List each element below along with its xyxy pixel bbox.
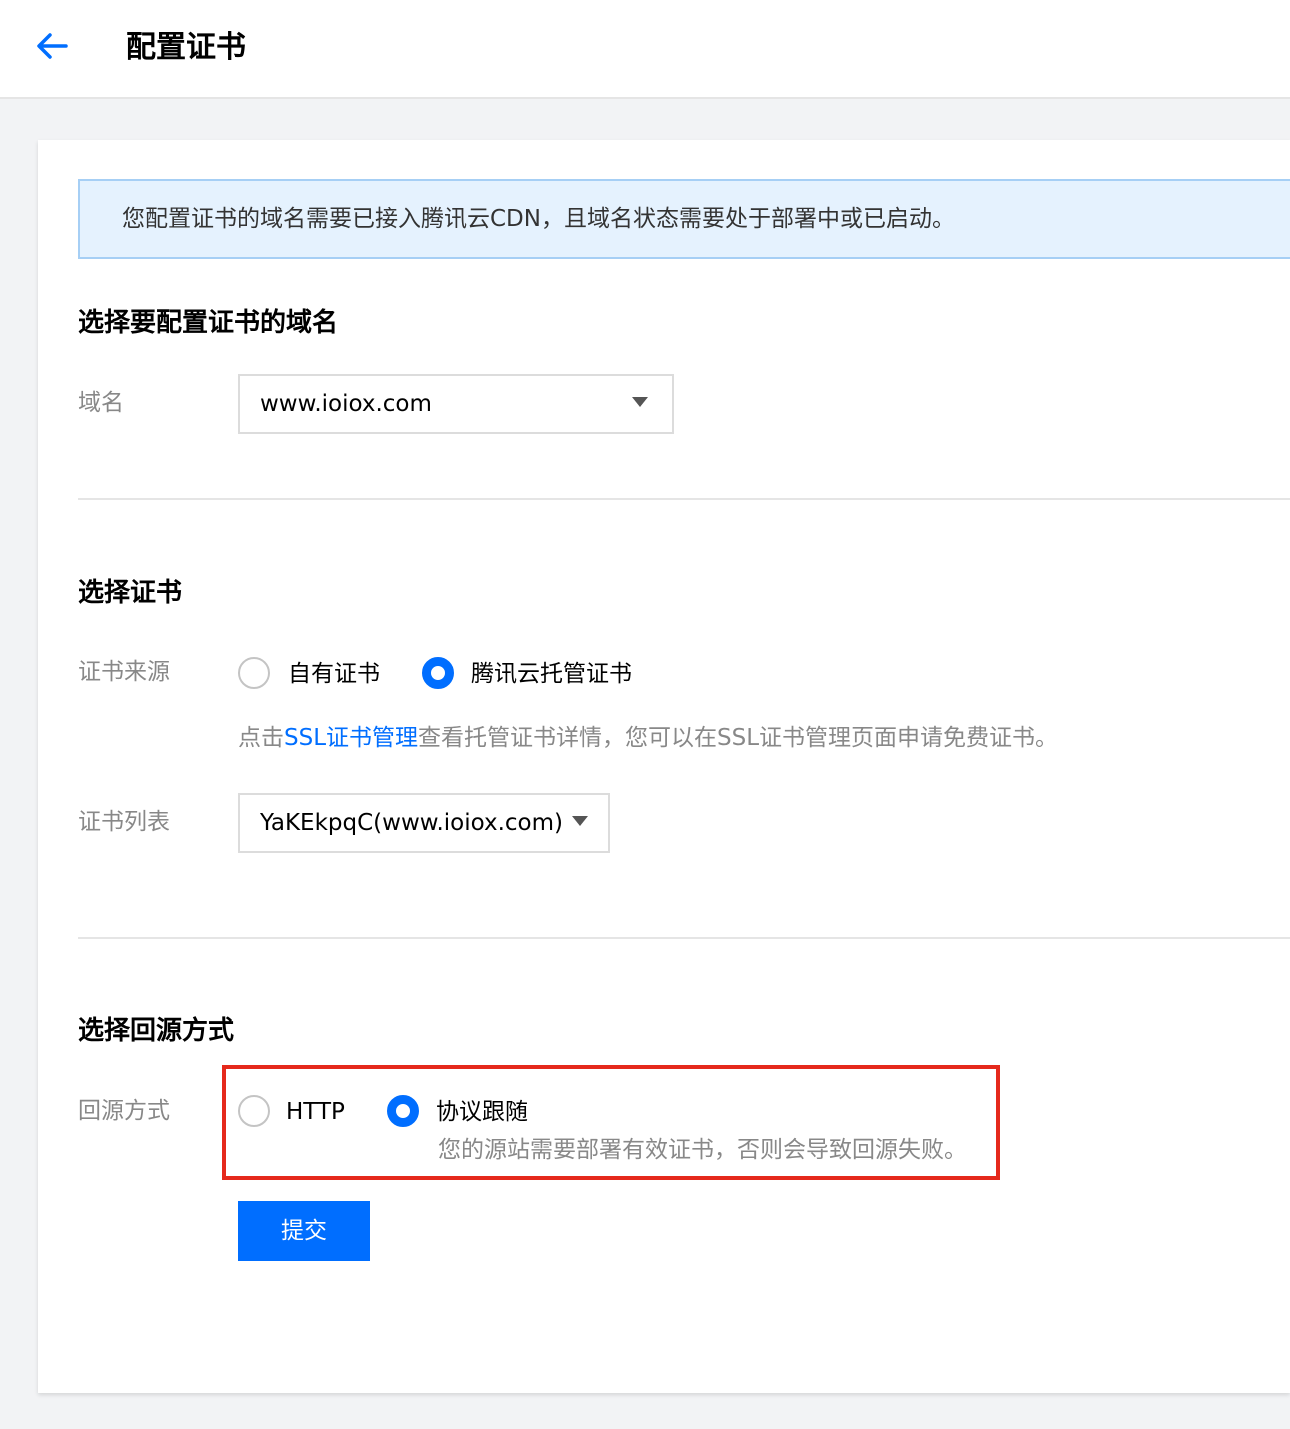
chevron-down-icon xyxy=(632,397,648,407)
radio-own-cert-label[interactable]: 自有证书 xyxy=(288,658,380,690)
page-header: 配置证书 xyxy=(0,0,1290,99)
cert-help-text: 点击SSL证书管理查看托管证书详情，您可以在SSL证书管理页面申请免费证书。 xyxy=(238,722,1058,754)
divider xyxy=(78,498,1290,500)
radio-http[interactable] xyxy=(238,1095,270,1127)
cert-help-suffix: 查看托管证书详情，您可以在SSL证书管理页面申请免费证书。 xyxy=(418,725,1059,751)
submit-button[interactable]: 提交 xyxy=(238,1201,370,1261)
domain-select[interactable]: www.ioiox.com xyxy=(238,374,674,434)
divider xyxy=(78,937,1290,939)
domain-select-value: www.ioiox.com xyxy=(260,391,432,417)
cert-section-title: 选择证书 xyxy=(78,578,183,608)
notice-banner: 您配置证书的域名需要已接入腾讯云CDN，且域名状态需要处于部署中或已启动。 xyxy=(78,179,1290,259)
radio-tencent-cert[interactable] xyxy=(422,657,454,689)
cert-help-prefix: 点击 xyxy=(238,725,284,751)
origin-help-text: 您的源站需要部署有效证书，否则会导致回源失败。 xyxy=(438,1137,967,1163)
cert-list-label: 证书列表 xyxy=(78,809,170,835)
config-card: 您配置证书的域名需要已接入腾讯云CDN，且域名状态需要处于部署中或已启动。 选择… xyxy=(38,140,1290,1393)
radio-own-cert[interactable] xyxy=(238,657,270,689)
origin-method-label: 回源方式 xyxy=(78,1098,170,1124)
domain-label: 域名 xyxy=(78,390,124,416)
origin-section-title: 选择回源方式 xyxy=(78,1016,235,1046)
cert-list-select[interactable]: YaKEkpqC(www.ioiox.com) xyxy=(238,793,610,853)
notice-text: 您配置证书的域名需要已接入腾讯云CDN，且域名状态需要处于部署中或已启动。 xyxy=(122,206,955,232)
cert-list-select-value: YaKEkpqC(www.ioiox.com) xyxy=(260,810,564,836)
radio-tencent-cert-label[interactable]: 腾讯云托管证书 xyxy=(471,658,632,690)
ssl-cert-manage-link[interactable]: SSL证书管理 xyxy=(284,725,418,751)
back-arrow-icon[interactable] xyxy=(34,30,70,62)
radio-http-label[interactable]: HTTP xyxy=(286,1096,345,1128)
chevron-down-icon xyxy=(572,816,588,826)
page-title: 配置证书 xyxy=(126,30,246,65)
cert-source-label: 证书来源 xyxy=(78,659,170,685)
radio-protocol-follow[interactable] xyxy=(387,1095,419,1127)
domain-section-title: 选择要配置证书的域名 xyxy=(78,308,339,338)
radio-protocol-follow-label[interactable]: 协议跟随 xyxy=(436,1096,528,1128)
